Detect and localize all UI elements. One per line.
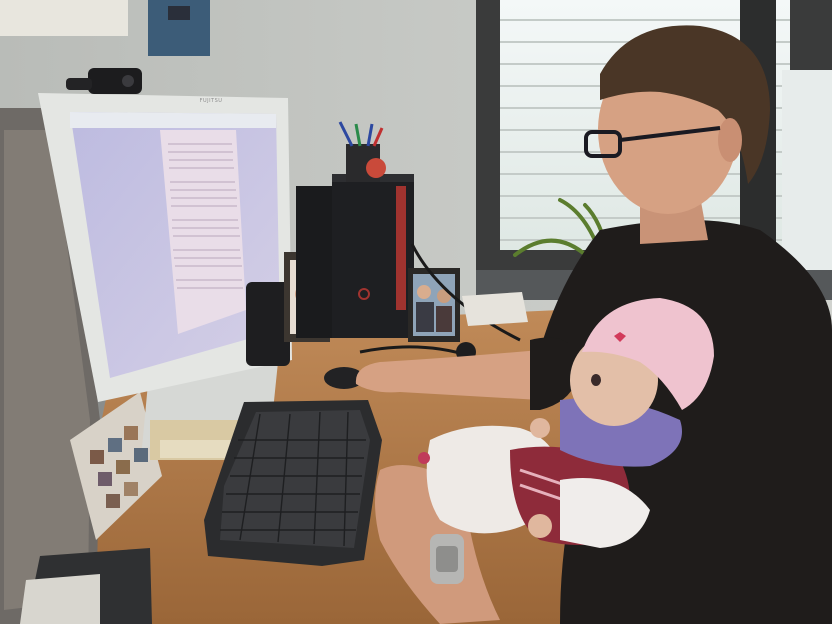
speaker <box>246 282 290 366</box>
books <box>20 548 152 624</box>
scene-illustration <box>0 0 832 624</box>
wall-poster-left <box>0 0 128 36</box>
photo-scene: FUJITSU <box>0 0 832 624</box>
monitor-brand-label: FUJITSU <box>199 98 223 104</box>
desk-papers <box>462 292 528 326</box>
monitor-toolbar <box>70 112 276 128</box>
picture-frame-couple <box>408 268 460 342</box>
pc-tower <box>296 174 414 338</box>
